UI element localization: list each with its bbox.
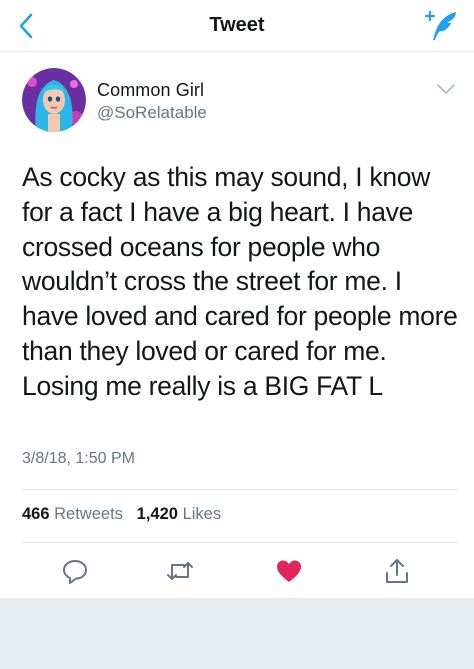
like-button[interactable] xyxy=(274,556,304,586)
retweet-icon xyxy=(167,562,193,580)
bottom-background xyxy=(0,598,474,669)
likes-stat[interactable]: 1,420 Likes xyxy=(137,505,221,523)
likes-label: Likes xyxy=(182,505,222,523)
author-handle[interactable]: @SoRelatable xyxy=(97,103,207,123)
retweets-stat[interactable]: 466 Retweets xyxy=(22,505,123,523)
compose-tweet-icon xyxy=(425,10,456,40)
chevron-down-icon xyxy=(437,84,455,94)
divider xyxy=(22,542,458,543)
author-display-name[interactable]: Common Girl xyxy=(97,80,204,101)
page-title: Tweet xyxy=(209,14,265,36)
retweets-count: 466 xyxy=(22,505,50,523)
reply-icon xyxy=(63,560,87,584)
heart-icon xyxy=(277,560,301,582)
retweet-button[interactable] xyxy=(165,556,195,586)
reply-button[interactable] xyxy=(60,556,90,586)
tweet-options-button[interactable] xyxy=(436,82,456,96)
top-navigation-bar: Tweet xyxy=(0,0,474,52)
tweet-action-bar xyxy=(0,552,474,592)
avatar[interactable] xyxy=(22,68,86,132)
share-button[interactable] xyxy=(382,556,412,586)
tweet-text: As cocky as this may sound, I know for a… xyxy=(22,162,458,401)
divider xyxy=(22,489,458,490)
tweet-timestamp: 3/8/18, 1:50 PM xyxy=(22,450,135,467)
compose-tweet-button[interactable] xyxy=(424,8,460,44)
share-icon xyxy=(386,559,408,583)
likes-count: 1,420 xyxy=(136,505,178,523)
avatar-image xyxy=(22,68,86,132)
tweet-stats: 466 Retweets 1,420 Likes xyxy=(22,505,221,524)
retweets-label: Retweets xyxy=(54,505,123,523)
